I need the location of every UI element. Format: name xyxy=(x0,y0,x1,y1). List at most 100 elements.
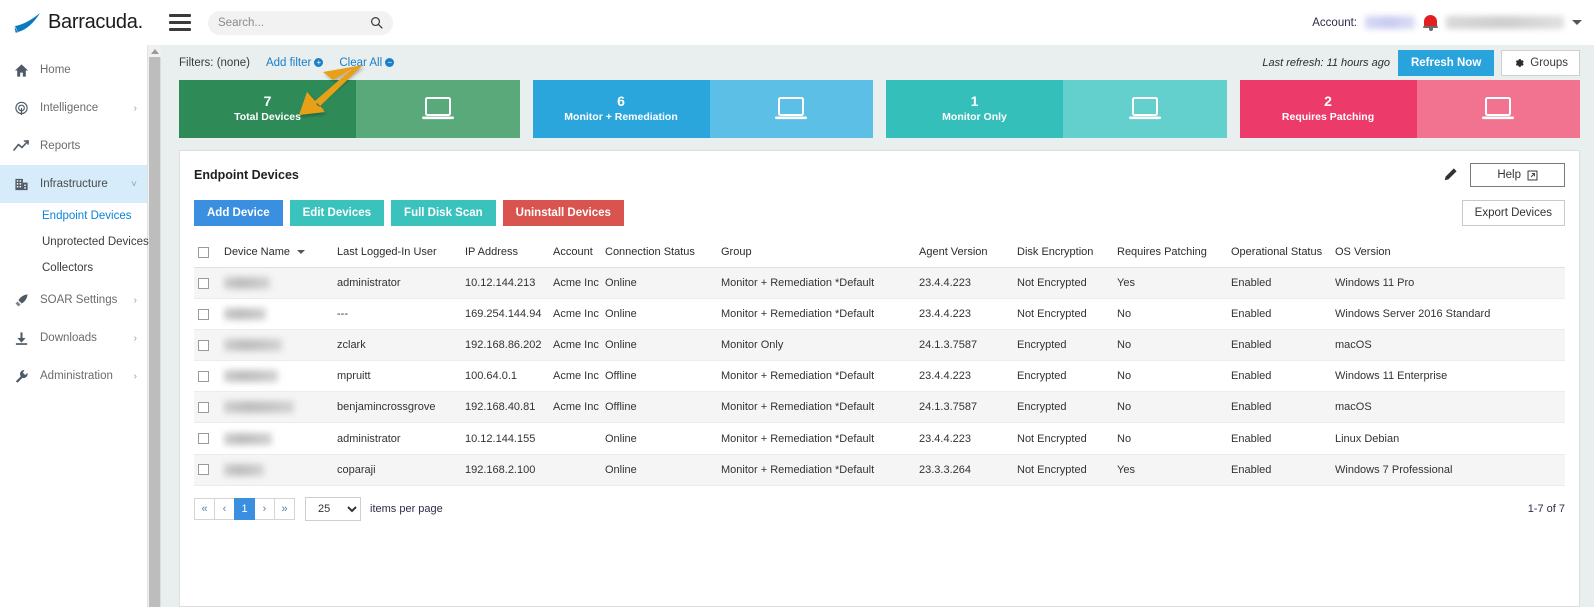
last-page-button[interactable]: » xyxy=(274,497,295,520)
user-name-redacted xyxy=(1446,16,1564,29)
column-requires-patching[interactable]: Requires Patching xyxy=(1113,239,1227,268)
search-input[interactable] xyxy=(218,16,370,29)
search-icon[interactable] xyxy=(370,16,383,29)
cell-user: zclark xyxy=(333,329,461,362)
prev-page-button[interactable]: ‹ xyxy=(214,497,235,520)
table-row[interactable]: administrator 10.12.144.213 Acme Inc Onl… xyxy=(194,267,1565,300)
table-row[interactable]: --- 169.254.144.94 Acme Inc Online Monit… xyxy=(194,298,1565,331)
select-all-checkbox[interactable] xyxy=(198,246,209,258)
clear-all-link[interactable]: Clear All − xyxy=(339,57,395,69)
edit-devices-button[interactable]: Edit Devices xyxy=(289,200,385,226)
first-page-button[interactable]: « xyxy=(194,497,215,520)
cell-user: coparaji xyxy=(333,454,461,486)
table-row[interactable]: mpruitt 100.64.0.1 Acme Inc Offline Moni… xyxy=(194,360,1565,393)
sidebar-item-intelligence[interactable]: Intelligence › xyxy=(0,89,147,127)
row-checkbox[interactable] xyxy=(198,433,209,445)
column-agent-version[interactable]: Agent Version xyxy=(915,239,1013,268)
column-connection-status[interactable]: Connection Status xyxy=(601,239,717,268)
cell-disk-encryption: Not Encrypted xyxy=(1013,454,1113,486)
device-name-redacted xyxy=(224,277,270,290)
card-monitor-only[interactable]: 1 Monitor Only xyxy=(886,80,1227,138)
sidebar-item-soar-settings[interactable]: SOAR Settings › xyxy=(0,281,147,319)
minus-circle-icon: − xyxy=(385,58,395,67)
cell-group: Monitor + Remediation *Default xyxy=(717,422,915,455)
column-device-name[interactable]: Device Name xyxy=(220,239,333,268)
help-button[interactable]: Help xyxy=(1470,163,1565,187)
page-1-button[interactable]: 1 xyxy=(234,497,255,520)
cell-connection: Online xyxy=(601,422,717,455)
next-page-button[interactable]: › xyxy=(254,497,275,520)
cell-group: Monitor + Remediation *Default xyxy=(717,454,915,486)
card-total-devices[interactable]: 7 Total Devices xyxy=(179,80,520,138)
cell-group: Monitor Only xyxy=(717,329,915,362)
sidebar-item-endpoint-devices[interactable]: Endpoint Devices xyxy=(0,203,147,229)
scrollbar-thumb[interactable] xyxy=(149,57,160,607)
column-group[interactable]: Group xyxy=(717,239,915,268)
cell-group: Monitor + Remediation *Default xyxy=(717,298,915,331)
cell-disk-encryption: Encrypted xyxy=(1013,329,1113,362)
table-toolbar: Add Device Edit Devices Full Disk Scan U… xyxy=(194,200,1565,226)
table-row[interactable]: coparaji 192.168.2.100 Online Monitor + … xyxy=(194,454,1565,486)
items-per-page-select[interactable]: 25 xyxy=(305,496,361,521)
table-row[interactable]: benjamincrossgrove 192.168.40.81 Acme In… xyxy=(194,391,1565,424)
sidebar-item-reports[interactable]: Reports xyxy=(0,127,147,165)
row-select-cell xyxy=(194,422,220,455)
device-name-redacted xyxy=(224,339,282,352)
sidebar-item-infrastructure[interactable]: Infrastructure ˅ xyxy=(0,165,147,203)
search-box[interactable] xyxy=(208,10,393,35)
sidebar-item-administration[interactable]: Administration › xyxy=(0,357,147,395)
sidebar-item-home[interactable]: Home xyxy=(0,51,147,89)
refresh-now-button[interactable]: Refresh Now xyxy=(1397,49,1495,76)
cell-operational-status: Enabled xyxy=(1227,360,1331,393)
cell-os-version: Windows 11 Enterprise xyxy=(1331,360,1565,393)
cell-os-version: Windows 11 Pro xyxy=(1331,267,1565,300)
column-os-version[interactable]: OS Version xyxy=(1331,239,1565,268)
row-checkbox[interactable] xyxy=(198,370,209,382)
cell-agent-version: 23.4.4.223 xyxy=(915,298,1013,331)
row-checkbox[interactable] xyxy=(198,277,209,289)
card-requires-patching[interactable]: 2 Requires Patching xyxy=(1239,80,1580,138)
filter-bar-actions: Last refresh: 11 hours ago Refresh Now G… xyxy=(1262,49,1580,76)
export-devices-button[interactable]: Export Devices xyxy=(1461,200,1565,226)
wrench-icon xyxy=(11,369,31,384)
column-operational-status[interactable]: Operational Status xyxy=(1227,239,1331,268)
column-disk-encryption[interactable]: Disk Encryption xyxy=(1013,239,1113,268)
cell-account: Acme Inc xyxy=(549,267,601,300)
cell-requires-patching: No xyxy=(1113,360,1227,393)
hamburger-icon[interactable] xyxy=(169,14,191,31)
pencil-icon[interactable] xyxy=(1442,167,1458,183)
bell-icon[interactable] xyxy=(1423,14,1438,32)
row-checkbox[interactable] xyxy=(198,402,209,414)
device-name-redacted xyxy=(224,463,264,476)
row-checkbox[interactable] xyxy=(198,308,209,320)
cell-ip: 100.64.0.1 xyxy=(461,360,549,393)
row-checkbox[interactable] xyxy=(198,339,209,351)
scroll-up-arrow-icon[interactable] xyxy=(148,45,161,57)
cell-os-version: Linux Debian xyxy=(1331,422,1565,455)
cell-operational-status: Enabled xyxy=(1227,329,1331,362)
add-device-button[interactable]: Add Device xyxy=(194,200,283,226)
sidebar-item-collectors[interactable]: Collectors xyxy=(0,255,147,281)
column-account[interactable]: Account xyxy=(549,239,601,268)
chevron-down-icon[interactable] xyxy=(1572,20,1582,25)
sidebar-item-unprotected-devices[interactable]: Unprotected Devices xyxy=(0,229,149,255)
brand-logo[interactable]: Barracuda. xyxy=(0,11,155,34)
column-ip-address[interactable]: IP Address xyxy=(461,239,549,268)
card-monitor-remediation[interactable]: 6 Monitor + Remediation xyxy=(532,80,873,138)
groups-button[interactable]: Groups xyxy=(1501,49,1580,76)
laptop-icon xyxy=(421,97,454,120)
column-last-logged-in-user[interactable]: Last Logged-In User xyxy=(333,239,461,268)
content-vertical-scrollbar[interactable] xyxy=(148,45,161,607)
add-filter-link[interactable]: Add filter + xyxy=(266,57,324,69)
cell-os-version: macOS xyxy=(1331,329,1565,362)
full-disk-scan-button[interactable]: Full Disk Scan xyxy=(391,200,496,226)
cell-ip: 10.12.144.213 xyxy=(461,267,549,300)
brand-name: Barracuda. xyxy=(48,11,143,33)
home-icon xyxy=(11,63,31,78)
sidebar-item-downloads[interactable]: Downloads › xyxy=(0,319,147,357)
uninstall-devices-button[interactable]: Uninstall Devices xyxy=(502,200,624,226)
cell-disk-encryption: Encrypted xyxy=(1013,391,1113,424)
row-checkbox[interactable] xyxy=(198,464,209,476)
table-row[interactable]: administrator 10.12.144.155 Online Monit… xyxy=(194,422,1565,455)
table-row[interactable]: zclark 192.168.86.202 Acme Inc Online Mo… xyxy=(194,329,1565,362)
